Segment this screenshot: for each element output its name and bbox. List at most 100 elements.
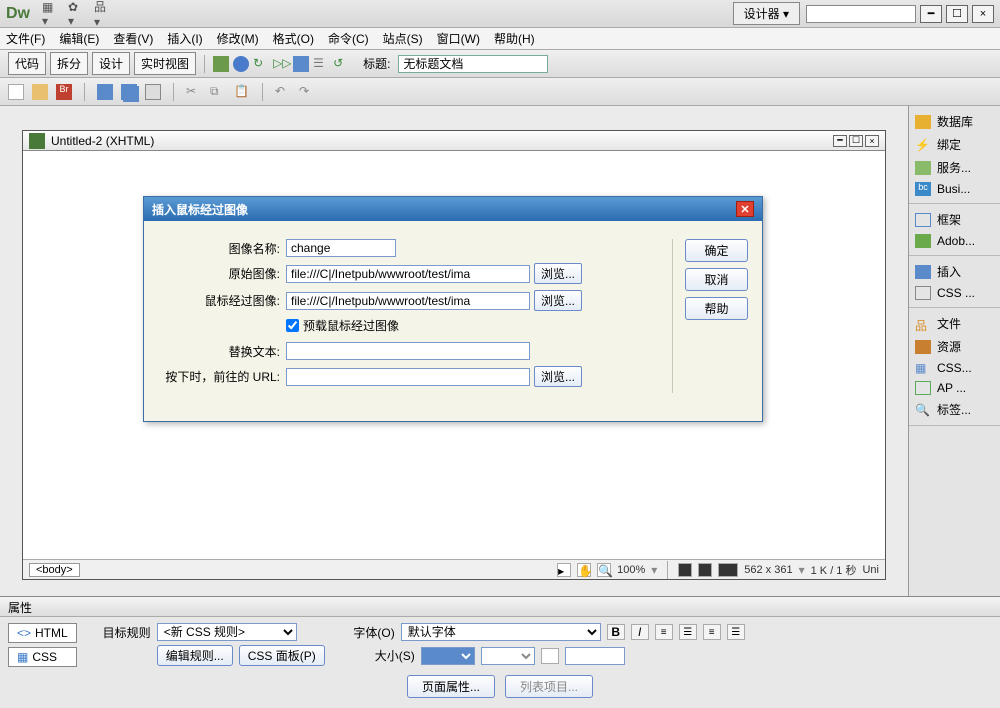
css-panel-button[interactable]: CSS 面板(P): [239, 645, 325, 666]
phone-size-icon[interactable]: [678, 563, 692, 577]
panel-adobe[interactable]: Adob...: [909, 231, 1000, 251]
panel-assets[interactable]: 资源: [909, 335, 1000, 358]
tablet-size-icon[interactable]: [698, 563, 712, 577]
search-input[interactable]: [806, 5, 916, 23]
panel-bindings[interactable]: ⚡绑定: [909, 133, 1000, 156]
properties-title[interactable]: 属性: [0, 597, 1000, 617]
doc-max-button[interactable]: ☐: [849, 135, 863, 147]
size-select[interactable]: [421, 647, 475, 665]
color-input[interactable]: [565, 647, 625, 665]
visual-aids-icon[interactable]: ☰: [313, 56, 329, 72]
menu-insert[interactable]: 插入(I): [167, 30, 202, 47]
refresh-icon[interactable]: ↻: [253, 56, 269, 72]
align-justify-button[interactable]: ☰: [727, 624, 745, 640]
cancel-button[interactable]: 取消: [685, 268, 748, 291]
desktop-size-icon[interactable]: [718, 563, 738, 577]
original-image-input[interactable]: [286, 265, 530, 283]
cut-icon[interactable]: ✂: [186, 84, 202, 100]
align-center-button[interactable]: ☰: [679, 624, 697, 640]
code-view-button[interactable]: 代码: [8, 52, 46, 75]
menu-window[interactable]: 窗口(W): [437, 30, 480, 47]
doc-close-button[interactable]: ×: [865, 135, 879, 147]
menu-site[interactable]: 站点(S): [383, 30, 423, 47]
css-tab[interactable]: ▦CSS: [8, 647, 77, 667]
open-icon[interactable]: [32, 84, 48, 100]
panel-tag[interactable]: 🔍标签...: [909, 398, 1000, 421]
preload-checkbox[interactable]: [286, 319, 299, 332]
undo-icon[interactable]: ↶: [275, 84, 291, 100]
edit-rule-button[interactable]: 编辑规则...: [157, 645, 233, 666]
panel-ap[interactable]: AP ...: [909, 378, 1000, 398]
select-tool-icon[interactable]: ▸: [557, 563, 571, 577]
target-rule-select[interactable]: <新 CSS 规则>: [157, 623, 297, 641]
close-button[interactable]: ×: [972, 5, 994, 23]
rollover-browse-button[interactable]: 浏览...: [534, 290, 582, 311]
saveall-icon[interactable]: [121, 84, 137, 100]
panel-css[interactable]: ▦CSS...: [909, 358, 1000, 378]
new-icon[interactable]: [8, 84, 24, 100]
menu-edit[interactable]: 编辑(E): [59, 30, 99, 47]
title-input[interactable]: [398, 55, 548, 73]
redo-icon[interactable]: ↷: [299, 84, 315, 100]
panel-css-styles[interactable]: CSS ...: [909, 283, 1000, 303]
menu-modify[interactable]: 修改(M): [217, 30, 259, 47]
list-item-button[interactable]: 列表项目...: [505, 675, 593, 698]
minimize-button[interactable]: ━: [920, 5, 942, 23]
dialog-titlebar[interactable]: 插入鼠标经过图像 ✕: [144, 197, 762, 221]
live-view-button[interactable]: 实时视图: [134, 52, 196, 75]
panel-files[interactable]: 品文件: [909, 312, 1000, 335]
help-button[interactable]: 帮助: [685, 297, 748, 320]
rollover-image-input[interactable]: [286, 292, 530, 310]
view-options-icon[interactable]: [293, 56, 309, 72]
browse-icon[interactable]: Br: [56, 84, 72, 100]
align-left-button[interactable]: ≡: [655, 624, 673, 640]
html-tab[interactable]: <>HTML: [8, 623, 77, 643]
save-icon[interactable]: [97, 84, 113, 100]
zoom-level[interactable]: 100%: [617, 564, 645, 576]
extend-icon[interactable]: ✿ ▾: [68, 5, 86, 23]
alt-text-input[interactable]: [286, 342, 530, 360]
menu-help[interactable]: 帮助(H): [494, 30, 535, 47]
play-icon[interactable]: ▷▷: [273, 56, 289, 72]
paste-icon[interactable]: 📋: [234, 84, 250, 100]
italic-button[interactable]: I: [631, 624, 649, 640]
preload-checkbox-row[interactable]: 预载鼠标经过图像: [286, 317, 399, 334]
zoom-tool-icon[interactable]: 🔍: [597, 563, 611, 577]
design-view-button[interactable]: 设计: [92, 52, 130, 75]
bold-button[interactable]: B: [607, 624, 625, 640]
size-unit-select[interactable]: [481, 647, 535, 665]
split-view-button[interactable]: 拆分: [50, 52, 88, 75]
tag-selector[interactable]: <body>: [29, 563, 80, 577]
menu-commands[interactable]: 命令(C): [328, 30, 369, 47]
site-icon[interactable]: 品 ▾: [94, 5, 112, 23]
preview-icon[interactable]: [233, 56, 249, 72]
onclick-url-input[interactable]: [286, 368, 530, 386]
layout-icon[interactable]: ▦ ▾: [42, 5, 60, 23]
menu-format[interactable]: 格式(O): [273, 30, 314, 47]
validate-icon[interactable]: ↺: [333, 56, 349, 72]
url-browse-button[interactable]: 浏览...: [534, 366, 582, 387]
maximize-button[interactable]: ☐: [946, 5, 968, 23]
window-dimensions[interactable]: 562 x 361: [744, 564, 792, 576]
file-mgmt-icon[interactable]: [213, 56, 229, 72]
menu-view[interactable]: 查看(V): [113, 30, 153, 47]
copy-icon[interactable]: ⧉: [210, 84, 226, 100]
hand-tool-icon[interactable]: ✋: [577, 563, 591, 577]
font-select[interactable]: 默认字体: [401, 623, 601, 641]
color-swatch[interactable]: [541, 648, 559, 664]
panel-frames[interactable]: 框架: [909, 208, 1000, 231]
menu-file[interactable]: 文件(F): [6, 30, 45, 47]
image-name-input[interactable]: [286, 239, 396, 257]
doc-min-button[interactable]: ━: [833, 135, 847, 147]
panel-business[interactable]: bcBusi...: [909, 179, 1000, 199]
panel-server-behaviors[interactable]: 服务...: [909, 156, 1000, 179]
dialog-close-button[interactable]: ✕: [736, 201, 754, 217]
page-properties-button[interactable]: 页面属性...: [407, 675, 495, 698]
align-right-button[interactable]: ≡: [703, 624, 721, 640]
workspace-switcher[interactable]: 设计器 ▾: [733, 2, 800, 25]
panel-databases[interactable]: 数据库: [909, 110, 1000, 133]
panel-insert[interactable]: 插入: [909, 260, 1000, 283]
original-browse-button[interactable]: 浏览...: [534, 263, 582, 284]
ok-button[interactable]: 确定: [685, 239, 748, 262]
print-icon[interactable]: [145, 84, 161, 100]
